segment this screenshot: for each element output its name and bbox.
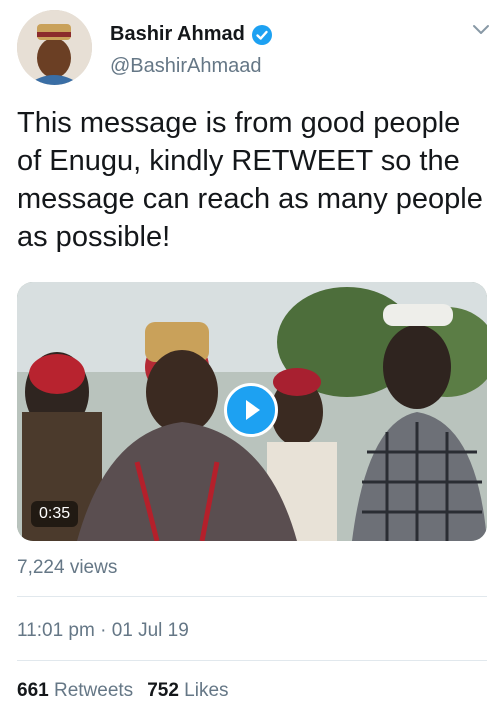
likes-stat[interactable]: 752 Likes bbox=[147, 680, 228, 702]
author-handle[interactable]: @BashirAhmaad bbox=[110, 55, 261, 78]
likes-count: 752 bbox=[147, 680, 179, 701]
tweet-timestamp[interactable]: 11:01 pm · 01 Jul 19 bbox=[17, 620, 189, 642]
divider bbox=[17, 596, 487, 597]
retweets-count: 661 bbox=[17, 680, 49, 701]
view-count[interactable]: 7,224 views bbox=[17, 557, 117, 579]
author-name-row: Bashir Ahmad bbox=[110, 23, 273, 46]
chevron-down-icon[interactable] bbox=[470, 22, 492, 38]
video-duration: 0:35 bbox=[31, 501, 79, 527]
play-icon bbox=[246, 400, 260, 420]
verified-badge-icon bbox=[251, 24, 272, 45]
tweet-header: Bashir Ahmad @BashirAhmaad bbox=[0, 0, 504, 96]
divider bbox=[17, 660, 487, 661]
avatar[interactable] bbox=[17, 10, 92, 85]
likes-label: Likes bbox=[184, 680, 229, 701]
retweets-stat[interactable]: 661 Retweets bbox=[17, 680, 133, 702]
author-name[interactable]: Bashir Ahmad bbox=[110, 23, 245, 46]
video-player[interactable]: 0:35 bbox=[17, 282, 487, 541]
tweet-text: This message is from good people of Enug… bbox=[17, 107, 483, 253]
play-button[interactable] bbox=[224, 383, 278, 437]
retweets-label: Retweets bbox=[53, 680, 134, 701]
engagement-stats: 661 Retweets 752 Likes bbox=[17, 680, 229, 702]
